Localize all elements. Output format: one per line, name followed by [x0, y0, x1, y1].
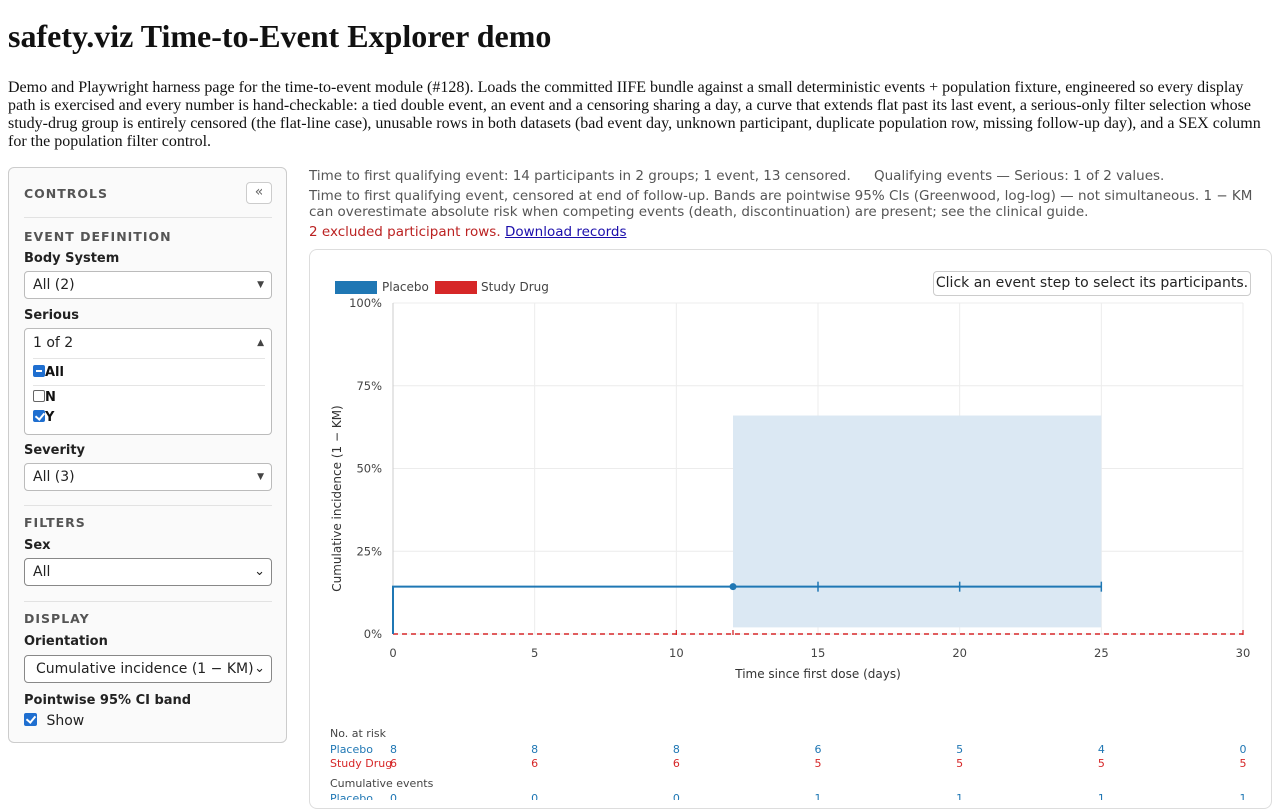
x-tick-label: 15 — [811, 646, 826, 660]
risk-value: 6 — [531, 757, 538, 770]
risk-value: 6 — [815, 743, 822, 756]
events-row-label: Placebo — [330, 792, 373, 800]
risk-value: 5 — [956, 743, 963, 756]
y-tick-label: 100% — [349, 296, 382, 310]
events-value: 0 — [673, 792, 680, 800]
risk-value: 6 — [673, 757, 680, 770]
y-tick-label: 25% — [356, 544, 382, 558]
x-axis-label: Time since first dose (days) — [734, 667, 901, 681]
risk-value: 4 — [1098, 743, 1105, 756]
risk-row-label: Placebo — [330, 743, 373, 756]
risk-table-heading: No. at risk — [330, 727, 387, 740]
x-tick-label: 0 — [389, 646, 396, 660]
placebo-event-point[interactable] — [729, 583, 737, 591]
risk-value: 6 — [390, 757, 397, 770]
risk-value: 0 — [1240, 743, 1247, 756]
risk-row-label: Study Drug — [330, 757, 392, 770]
risk-value: 5 — [815, 757, 822, 770]
y-tick-label: 0% — [364, 627, 382, 641]
y-tick-label: 75% — [356, 379, 382, 393]
ci-band — [733, 415, 1102, 628]
events-value: 0 — [390, 792, 397, 800]
x-tick-label: 10 — [669, 646, 684, 660]
events-value: 1 — [815, 792, 822, 800]
y-axis-label: Cumulative incidence (1 − KM) — [330, 405, 344, 591]
legend-swatch-placebo[interactable] — [335, 281, 377, 294]
legend-swatch-study-drug[interactable] — [435, 281, 477, 294]
risk-value: 5 — [1240, 757, 1247, 770]
events-table-heading: Cumulative events — [330, 777, 434, 790]
events-value: 1 — [956, 792, 963, 800]
events-value: 0 — [531, 792, 538, 800]
risk-value: 5 — [956, 757, 963, 770]
legend-label-study-drug: Study Drug — [481, 280, 549, 294]
x-tick-label: 20 — [952, 646, 967, 660]
risk-value: 8 — [390, 743, 397, 756]
chart-hint: Click an event step to select its partic… — [933, 271, 1251, 296]
events-value: 1 — [1098, 792, 1105, 800]
risk-value: 5 — [1098, 757, 1105, 770]
risk-value: 8 — [673, 743, 680, 756]
y-tick-label: 50% — [356, 462, 382, 476]
x-tick-label: 30 — [1236, 646, 1251, 660]
survival-chart: 0 5 10 15 20 25 300%25%50%75%100%Time since fi… — [330, 280, 1251, 800]
risk-value: 8 — [531, 743, 538, 756]
x-tick-label: 25 — [1094, 646, 1109, 660]
x-tick-label: 5 — [531, 646, 538, 660]
events-value: 1 — [1240, 792, 1247, 800]
legend-label-placebo: Placebo — [382, 280, 429, 294]
